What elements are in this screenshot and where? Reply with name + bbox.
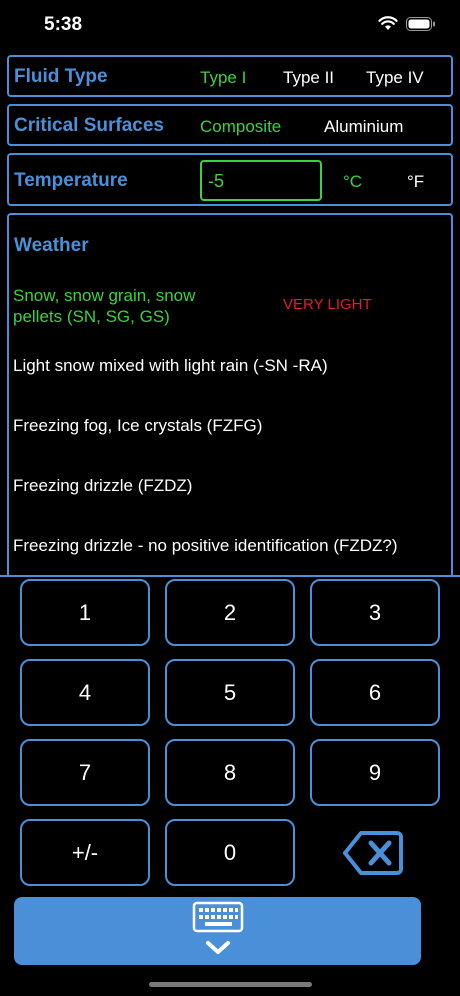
battery-icon <box>406 16 436 31</box>
critical-surfaces-panel: Critical Surfaces Composite Aluminium <box>7 104 453 146</box>
unit-option-fahrenheit[interactable]: °F <box>407 172 424 192</box>
temperature-panel: Temperature -5 °C °F <box>7 153 453 206</box>
wifi-icon <box>378 16 398 31</box>
key-7[interactable]: 7 <box>20 739 150 806</box>
weather-item-snow[interactable]: Snow, snow grain, snow pellets (SN, SG, … <box>13 285 233 327</box>
weather-item-freezing-drizzle[interactable]: Freezing drizzle (FZDZ) <box>13 475 192 496</box>
key-5[interactable]: 5 <box>165 659 295 726</box>
critical-surfaces-title: Critical Surfaces <box>14 115 164 136</box>
home-indicator <box>149 982 312 987</box>
key-8[interactable]: 8 <box>165 739 295 806</box>
fluid-option-type-4[interactable]: Type IV <box>366 68 424 88</box>
key-2[interactable]: 2 <box>165 579 295 646</box>
weather-item-light-snow-rain[interactable]: Light snow mixed with light rain (-SN -R… <box>13 355 328 376</box>
weather-item-freezing-drizzle-unidentified[interactable]: Freezing drizzle - no positive identific… <box>13 535 398 556</box>
delete-backward-icon <box>343 830 403 881</box>
key-4[interactable]: 4 <box>20 659 150 726</box>
key-9[interactable]: 9 <box>310 739 440 806</box>
keyboard-dismiss-icon <box>192 901 244 962</box>
weather-title: Weather <box>14 235 89 256</box>
fluid-type-title: Fluid Type <box>14 66 108 87</box>
status-icons <box>378 16 436 31</box>
key-6[interactable]: 6 <box>310 659 440 726</box>
unit-option-celsius[interactable]: °C <box>343 172 362 192</box>
weather-item-freezing-fog[interactable]: Freezing fog, Ice crystals (FZFG) <box>13 415 262 436</box>
dismiss-keyboard-button[interactable] <box>14 897 421 965</box>
fluid-option-type-2[interactable]: Type II <box>283 68 334 88</box>
fluid-option-type-1[interactable]: Type I <box>200 68 246 88</box>
key-3[interactable]: 3 <box>310 579 440 646</box>
weather-panel: Weather Snow, snow grain, snow pellets (… <box>7 213 453 583</box>
status-time: 5:38 <box>44 14 83 35</box>
backspace-button[interactable] <box>342 830 404 881</box>
surface-option-composite[interactable]: Composite <box>200 117 281 137</box>
key-0[interactable]: 0 <box>165 819 295 886</box>
status-bar: 5:38 <box>0 0 460 50</box>
temperature-title: Temperature <box>14 170 128 191</box>
weather-intensity-label[interactable]: VERY LIGHT <box>283 296 372 313</box>
surface-option-aluminium[interactable]: Aluminium <box>324 117 403 137</box>
key-plus-minus[interactable]: +/- <box>20 819 150 886</box>
key-1[interactable]: 1 <box>20 579 150 646</box>
fluid-type-panel: Fluid Type Type I Type II Type IV <box>7 55 453 97</box>
temperature-input[interactable]: -5 <box>200 160 322 201</box>
